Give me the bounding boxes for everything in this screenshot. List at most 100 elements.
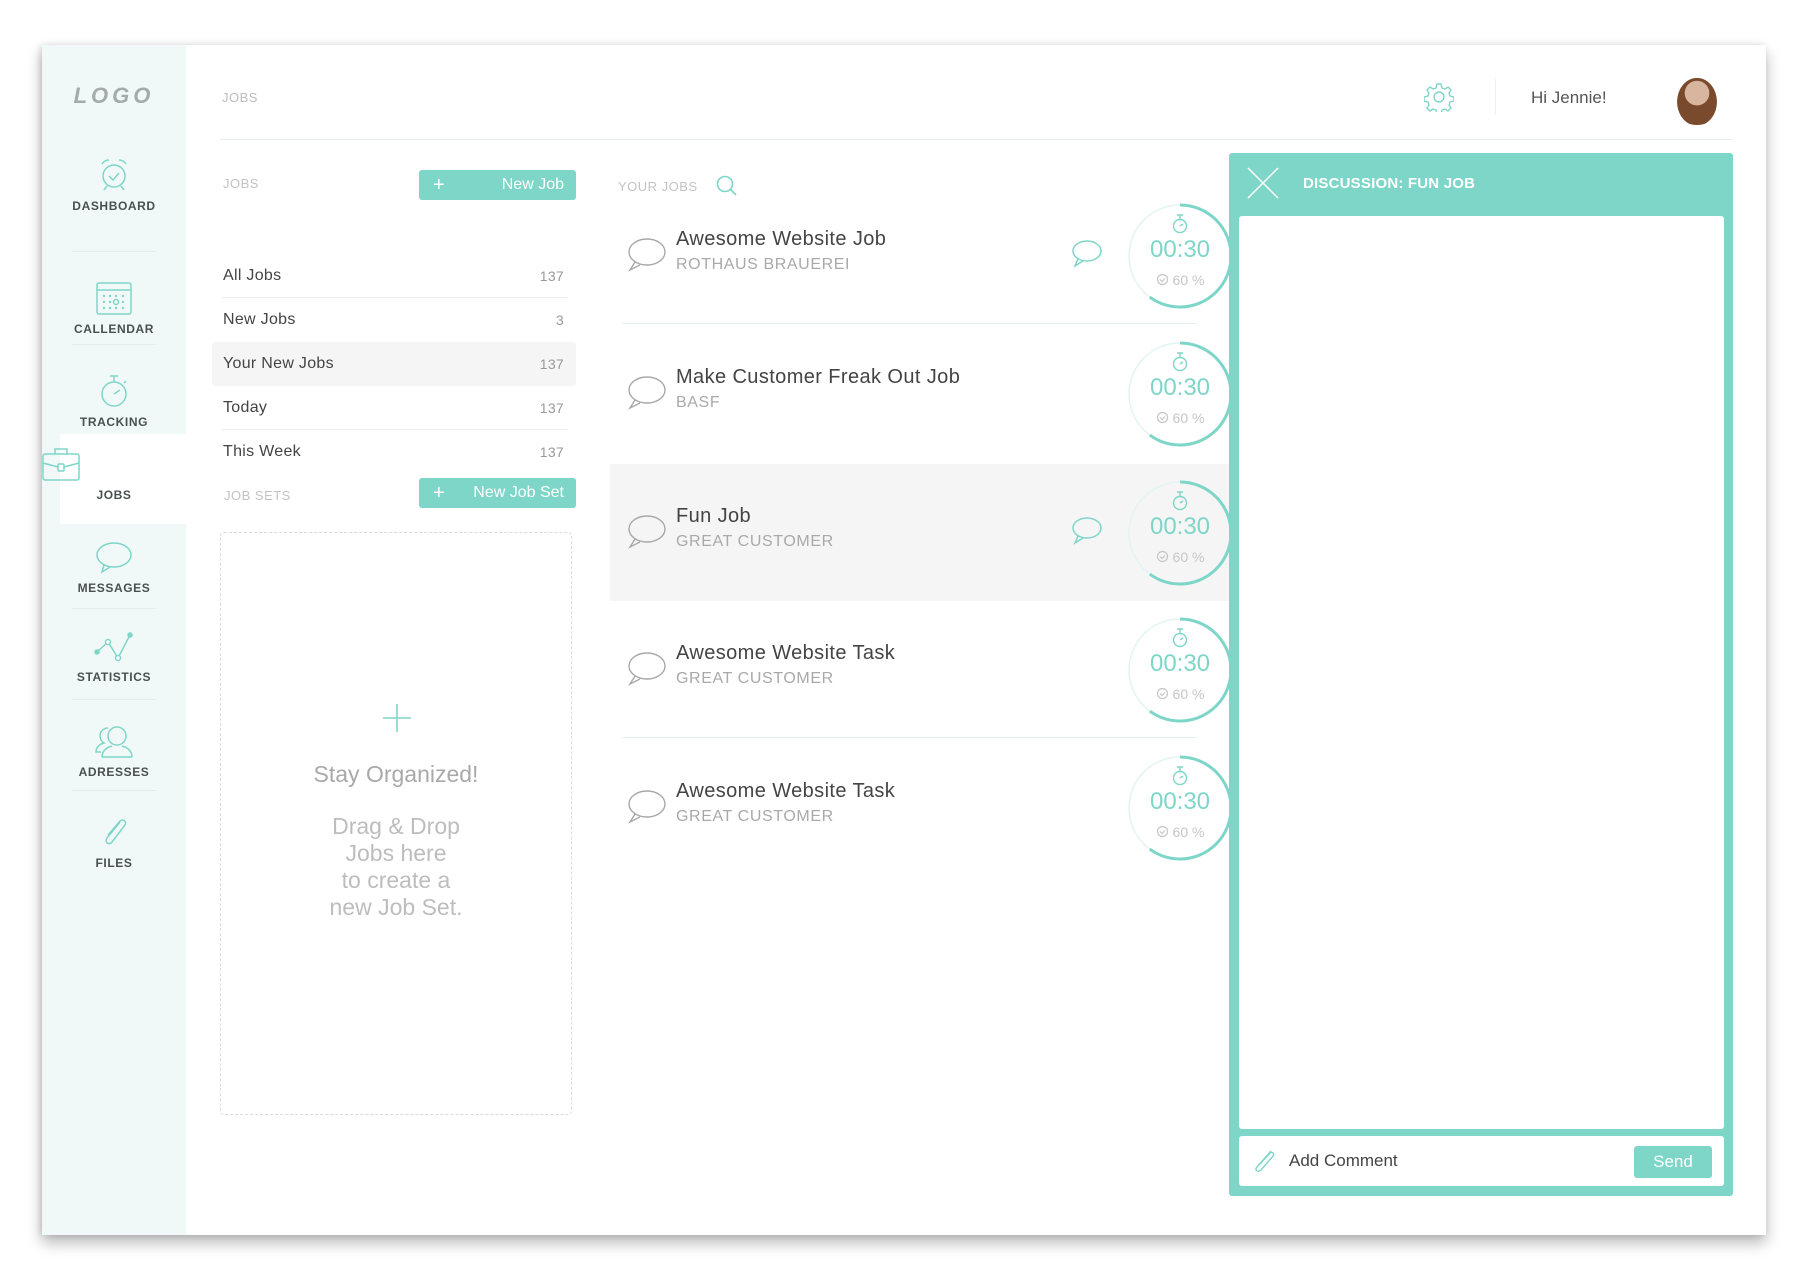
- job-list-item[interactable]: Fun Job GREAT CUSTOMER 00:30 60 %: [610, 464, 1233, 601]
- app-window: LOGO DASHBOARD CALLENDAR TRACKING JOBS M…: [42, 45, 1766, 1235]
- alarm-icon: [1156, 687, 1168, 700]
- sidebar-item-label: FILES: [95, 856, 133, 870]
- sidebar-item-label: ADRESSES: [78, 765, 150, 779]
- job-list-item[interactable]: Awesome Website Job ROTHAUS BRAUEREI 00:…: [610, 187, 1233, 324]
- alarm-icon: [1156, 550, 1168, 563]
- discussion-panel: DISCUSSION: FUN JOB Send: [1229, 153, 1733, 1196]
- stopwatch-icon: [101, 375, 127, 407]
- jobs-section-label: JOBS: [223, 176, 259, 191]
- job-sets-section-label: JOB SETS: [224, 488, 291, 503]
- stopwatch-icon: [1172, 490, 1188, 510]
- send-button[interactable]: Send: [1634, 1146, 1712, 1178]
- sidebar-item-messages[interactable]: MESSAGES: [42, 529, 186, 619]
- sidebar-item-dashboard[interactable]: DASHBOARD: [42, 145, 186, 235]
- job-client: GREAT CUSTOMER: [676, 532, 834, 550]
- timer-value: 00:30: [1149, 373, 1211, 401]
- sidebar-item-label: JOBS: [96, 488, 132, 502]
- stopwatch-icon: [1172, 765, 1188, 785]
- job-list-item[interactable]: Awesome Website Task GREAT CUSTOMER 00:3…: [610, 739, 1233, 876]
- filter-this-week[interactable]: This Week 137: [212, 430, 576, 474]
- progress-percent: 60 %: [1172, 548, 1205, 565]
- sidebar-item-files[interactable]: FILES: [42, 802, 186, 892]
- filter-count: 3: [555, 312, 564, 328]
- close-icon[interactable]: [1247, 167, 1279, 199]
- calendar-icon: [96, 282, 132, 315]
- new-job-set-label: New Job Set: [473, 484, 564, 501]
- add-icon: [383, 704, 411, 732]
- user-greeting: Hi Jennie!: [1531, 88, 1607, 107]
- comment-bar: Send: [1239, 1136, 1724, 1186]
- job-timer[interactable]: 00:30 60 %: [1126, 340, 1234, 448]
- divider: [72, 344, 156, 345]
- progress-label: 60 %: [1126, 686, 1234, 702]
- stopwatch-icon: [1172, 627, 1188, 647]
- job-timer[interactable]: 00:30 60 %: [1126, 479, 1234, 587]
- discussion-thread: [1239, 216, 1724, 1129]
- job-list-item[interactable]: Make Customer Freak Out Job BASF 00:30 6…: [610, 325, 1233, 462]
- progress-label: 60 %: [1126, 824, 1234, 840]
- attach-icon[interactable]: [1251, 1148, 1277, 1174]
- line-chart-icon: [94, 632, 133, 662]
- job-timer[interactable]: 00:30 60 %: [1126, 754, 1234, 862]
- progress-percent: 60 %: [1172, 823, 1205, 840]
- alarm-clock-icon: [101, 159, 127, 191]
- comment-input[interactable]: [1289, 1146, 1609, 1176]
- filter-new-jobs[interactable]: New Jobs 3: [212, 298, 576, 342]
- dropzone-title: Stay Organized!: [313, 761, 479, 787]
- new-message-icon[interactable]: [1070, 239, 1102, 269]
- sidebar-item-jobs[interactable]: JOBS: [42, 434, 186, 524]
- alarm-icon: [1156, 273, 1168, 286]
- plus-icon: +: [433, 481, 445, 504]
- divider: [72, 251, 156, 252]
- users-icon: [95, 726, 133, 758]
- job-timer[interactable]: 00:30 60 %: [1126, 616, 1234, 724]
- filter-count: 137: [539, 268, 564, 284]
- speech-bubble-icon: [628, 375, 666, 410]
- avatar[interactable]: [1668, 67, 1726, 125]
- progress-label: 60 %: [1126, 410, 1234, 426]
- plus-icon: +: [433, 173, 445, 196]
- sidebar-item-calendar[interactable]: CALLENDAR: [42, 270, 186, 360]
- job-client: GREAT CUSTOMER: [676, 807, 834, 825]
- job-set-dropzone[interactable]: Stay Organized! Drag & Drop Jobs here to…: [220, 532, 572, 1115]
- progress-percent: 60 %: [1172, 409, 1205, 426]
- job-list-item[interactable]: Awesome Website Task GREAT CUSTOMER 00:3…: [610, 601, 1233, 738]
- filter-all-jobs[interactable]: All Jobs 137: [212, 254, 576, 298]
- stopwatch-icon: [1172, 213, 1188, 233]
- filter-count: 137: [539, 356, 564, 372]
- new-job-label: New Job: [501, 176, 564, 193]
- job-client: ROTHAUS BRAUEREI: [676, 255, 851, 273]
- timer-value: 00:30: [1149, 649, 1211, 677]
- job-timer[interactable]: 00:30 60 %: [1126, 202, 1234, 310]
- job-title: Awesome Website Task: [676, 779, 896, 802]
- logo: LOGO: [73, 83, 155, 108]
- sidebar-item-label: DASHBOARD: [72, 199, 156, 213]
- filter-your-new-jobs[interactable]: Your New Jobs 137: [212, 342, 576, 386]
- job-title: Make Customer Freak Out Job: [676, 365, 961, 388]
- hint-line: to create a: [341, 867, 451, 893]
- sidebar-item-adresses[interactable]: ADRESSES: [42, 711, 186, 801]
- new-job-button[interactable]: + New Job: [419, 170, 576, 200]
- breadcrumb: JOBS: [222, 90, 258, 105]
- sidebar-item-label: CALLENDAR: [73, 322, 155, 336]
- job-client: BASF: [676, 393, 721, 411]
- sidebar-item-label: TRACKING: [79, 415, 149, 429]
- timer-value: 00:30: [1149, 512, 1211, 540]
- filter-label: All Jobs: [223, 267, 282, 284]
- filter-today[interactable]: Today 137: [212, 386, 576, 430]
- discussion-title: DISCUSSION: FUN JOB: [1303, 175, 1476, 192]
- job-title: Fun Job: [676, 504, 752, 527]
- new-job-set-button[interactable]: + New Job Set: [419, 478, 576, 508]
- new-message-icon[interactable]: [1070, 516, 1102, 546]
- filter-count: 137: [539, 444, 564, 460]
- gear-icon: [1423, 83, 1455, 115]
- progress-percent: 60 %: [1172, 685, 1205, 702]
- stopwatch-icon: [1172, 351, 1188, 371]
- header-separator: [1495, 79, 1496, 115]
- timer-value: 00:30: [1149, 235, 1211, 263]
- settings-button[interactable]: [1423, 82, 1455, 117]
- sidebar-item-statistics[interactable]: STATISTICS: [42, 620, 186, 710]
- hint-line: new Job Set.: [329, 894, 463, 920]
- filter-label: Today: [223, 399, 268, 416]
- speech-bubble-icon: [96, 542, 132, 574]
